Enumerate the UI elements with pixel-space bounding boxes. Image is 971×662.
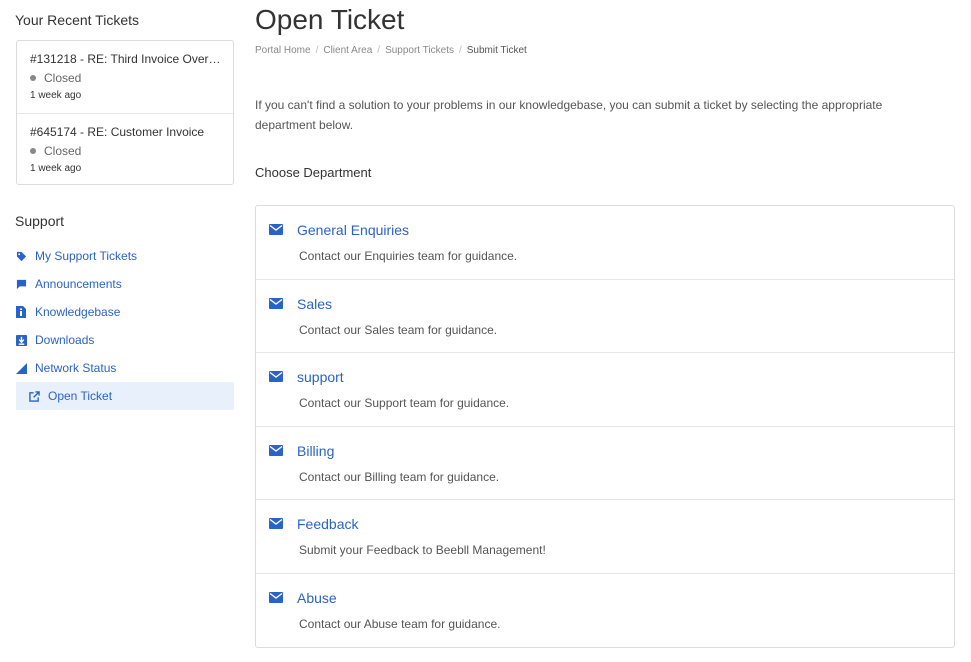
sidebar-item-announcements[interactable]: Announcements (0, 270, 240, 298)
department-description: Contact our Sales team for guidance. (299, 322, 498, 337)
ticket-status: Closed (30, 144, 233, 158)
recent-tickets-list: #131218 - RE: Third Invoice Overdue Noti… (16, 40, 234, 185)
status-dot-icon (30, 148, 36, 154)
page-title: Open Ticket (255, 4, 405, 35)
sidebar-item-network-status[interactable]: Network Status (0, 354, 240, 382)
support-heading: Support (15, 213, 65, 229)
ticket-title: #645174 - RE: Customer Invoice (30, 125, 205, 139)
sidebar-item-downloads[interactable]: Downloads (0, 326, 240, 354)
ticket-title: #131218 - RE: Third Invoice Overdue Noti… (30, 52, 222, 66)
department-billing[interactable]: Billing Contact our Billing team for gui… (256, 427, 954, 500)
recent-tickets-heading: Your Recent Tickets (15, 12, 139, 28)
department-sales[interactable]: Sales Contact our Sales team for guidanc… (256, 280, 954, 353)
department-name[interactable]: support (297, 369, 344, 385)
sidebar-item-open-ticket[interactable]: Open Ticket (16, 382, 234, 410)
ticket-status-label: Closed (44, 144, 82, 158)
sidebar-item-label: Knowledgebase (35, 305, 121, 319)
ticket-time: 1 week ago (30, 90, 82, 101)
envelope-icon (269, 224, 283, 235)
department-description: Submit your Feedback to Beebll Managemen… (299, 543, 546, 557)
department-description: Contact our Support team for guidance. (299, 396, 510, 410)
sidebar-item-knowledgebase[interactable]: Knowledgebase (0, 298, 240, 326)
department-name[interactable]: Sales (297, 296, 332, 312)
support-nav: My Support Tickets Announcements Knowled… (0, 242, 240, 410)
breadcrumb-separator: / (315, 45, 319, 56)
breadcrumb-portal-home[interactable]: Portal Home (255, 45, 311, 56)
department-support[interactable]: support Contact our Support team for gui… (256, 353, 954, 427)
department-abuse[interactable]: Abuse Contact our Abuse team for guidanc… (256, 574, 954, 648)
envelope-icon (269, 444, 283, 456)
recent-ticket-item[interactable]: #131218 - RE: Third Invoice Overdue Noti… (17, 41, 233, 113)
ticket-status-label: Closed (44, 71, 82, 85)
ticket-time: 1 week ago (30, 163, 82, 174)
department-name[interactable]: Abuse (297, 590, 337, 606)
breadcrumb-separator: / (377, 45, 381, 56)
envelope-icon (269, 371, 283, 382)
breadcrumb-separator: / (458, 45, 462, 56)
department-description: Contact our Billing team for guidance. (299, 469, 500, 484)
sidebar-item-label: Announcements (35, 277, 122, 291)
envelope-icon (269, 518, 283, 529)
info-file-icon (15, 306, 27, 318)
signal-icon (15, 362, 27, 374)
breadcrumb-client-area[interactable]: Client Area (323, 45, 372, 56)
choose-department-label: Choose Department (255, 165, 372, 180)
sidebar-item-label: Open Ticket (48, 389, 113, 403)
envelope-icon (269, 297, 283, 309)
sidebar-item-my-support-tickets[interactable]: My Support Tickets (0, 242, 240, 270)
department-name[interactable]: Billing (297, 443, 334, 459)
tag-icon (15, 250, 27, 262)
status-dot-icon (30, 75, 36, 81)
sidebar-item-label: My Support Tickets (35, 249, 138, 263)
intro-text: If you can't find a solution to your pro… (255, 98, 883, 132)
recent-ticket-item[interactable]: #645174 - RE: Customer Invoice Closed 1 … (17, 113, 233, 185)
external-link-icon (28, 390, 40, 402)
sidebar-item-label: Network Status (35, 361, 117, 375)
ticket-status: Closed (30, 71, 233, 85)
sidebar-item-label: Downloads (35, 333, 95, 347)
department-list: General Enquiries Contact our Enquiries … (255, 205, 955, 648)
department-name[interactable]: Feedback (297, 516, 358, 532)
department-description: Contact our Abuse team for guidance. (299, 616, 501, 631)
breadcrumb-current: Submit Ticket (466, 45, 527, 56)
comment-icon (15, 278, 27, 290)
department-general-enquiries[interactable]: General Enquiries Contact our Enquiries … (256, 206, 954, 280)
breadcrumb-support-tickets[interactable]: Support Tickets (385, 45, 454, 56)
department-description: Contact our Enquiries team for guidance. (299, 249, 518, 263)
breadcrumb: Portal Home / Client Area / Support Tickets /… (255, 45, 527, 56)
download-icon (15, 334, 27, 346)
department-name[interactable]: General Enquiries (297, 222, 409, 238)
department-feedback[interactable]: Feedback Submit your Feedback to Beebll … (256, 500, 954, 574)
envelope-icon (269, 591, 283, 603)
